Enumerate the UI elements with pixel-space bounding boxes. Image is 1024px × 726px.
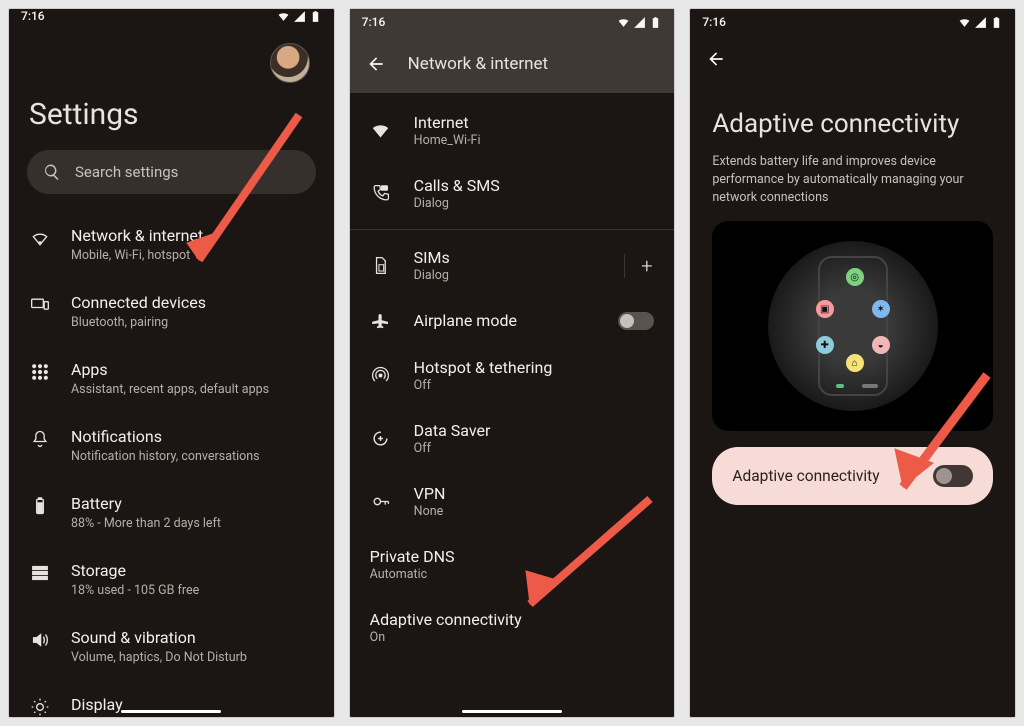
network-list: InternetHome_Wi-Fi Calls & SMSDialog SIM… [350, 93, 675, 659]
page-description: Extends battery life and improves device… [712, 153, 993, 207]
gesture-bar[interactable] [462, 710, 562, 713]
status-bar: 7:16 [9, 9, 334, 23]
status-bar: 7:16 [350, 9, 675, 35]
sim-icon [371, 256, 390, 275]
status-icons [958, 16, 1003, 29]
screen-settings-main: 7:16 Settings Search settings Network & … [8, 8, 335, 718]
wifi-icon [277, 10, 290, 23]
status-icons [617, 16, 662, 29]
page-title: Adaptive connectivity [712, 109, 993, 139]
display-icon [30, 697, 50, 717]
status-time: 7:16 [702, 15, 726, 29]
page-header: Network & internet [350, 35, 675, 93]
item-network[interactable]: Network & internetMobile, Wi-Fi, hotspot [27, 212, 316, 279]
screen-adaptive-connectivity: 7:16 Adaptive connectivity Extends batte… [689, 8, 1016, 718]
dot-icon: ▣ [816, 300, 834, 318]
adaptive-toggle-card[interactable]: Adaptive connectivity [712, 447, 993, 505]
status-time: 7:16 [362, 15, 386, 29]
dot-icon: ✚ [816, 336, 834, 354]
screen-network-internet: 7:16 Network & internet InternetHome_Wi-… [349, 8, 676, 718]
status-time: 7:16 [21, 9, 45, 23]
signal-icon [293, 10, 306, 23]
item-hotspot[interactable]: Hotspot & tetheringOff [368, 344, 657, 407]
item-data-saver[interactable]: Data SaverOff [368, 407, 657, 470]
pill-indicator [836, 384, 844, 388]
wifi-icon [30, 228, 50, 248]
item-calls-sms[interactable]: Calls & SMSDialog [368, 162, 657, 225]
storage-icon [30, 563, 50, 583]
back-icon[interactable] [706, 49, 726, 69]
add-sim-button[interactable]: + [624, 254, 654, 278]
status-bar: 7:16 [690, 9, 1015, 35]
search-placeholder: Search settings [75, 163, 178, 181]
item-connected-devices[interactable]: Connected devicesBluetooth, pairing [27, 279, 316, 346]
item-battery[interactable]: Battery88% - More than 2 days left [27, 480, 316, 547]
toggle-label: Adaptive connectivity [732, 467, 879, 485]
item-private-dns[interactable]: Private DNSAutomatic [368, 533, 657, 596]
wifi-icon [371, 121, 390, 140]
battery-icon [30, 496, 50, 516]
calls-icon [371, 184, 390, 203]
back-icon[interactable] [366, 54, 386, 74]
search-input[interactable]: Search settings [27, 150, 316, 194]
pill-indicator [862, 384, 878, 388]
header-title: Network & internet [408, 54, 548, 74]
dot-icon: ◎ [846, 268, 864, 286]
data-saver-icon [371, 429, 390, 448]
wifi-icon [617, 16, 630, 29]
signal-icon [974, 16, 987, 29]
dot-icon: ✶ [872, 300, 890, 318]
item-internet[interactable]: InternetHome_Wi-Fi [368, 99, 657, 162]
vpn-icon [371, 492, 390, 511]
settings-list: Network & internetMobile, Wi-Fi, hotspot… [27, 212, 316, 718]
wifi-icon [958, 16, 971, 29]
item-notifications[interactable]: NotificationsNotification history, conve… [27, 413, 316, 480]
profile-avatar[interactable] [270, 43, 310, 83]
airplane-icon [371, 311, 390, 330]
apps-icon [30, 362, 50, 382]
signal-icon [633, 16, 646, 29]
battery-icon [990, 16, 1003, 29]
bell-icon [30, 429, 50, 449]
search-icon [43, 163, 61, 181]
adaptive-toggle[interactable] [933, 465, 973, 487]
separator [350, 229, 675, 230]
dot-icon: ◒ [872, 336, 890, 354]
item-storage[interactable]: Storage18% used - 105 GB free [27, 547, 316, 614]
item-apps[interactable]: AppsAssistant, recent apps, default apps [27, 346, 316, 413]
item-vpn[interactable]: VPNNone [368, 470, 657, 533]
airplane-toggle[interactable] [618, 312, 654, 330]
item-adaptive-connectivity[interactable]: Adaptive connectivityOn [368, 596, 657, 659]
devices-icon [30, 295, 50, 315]
sound-icon [30, 630, 50, 650]
gesture-bar[interactable] [121, 710, 221, 713]
feature-illustration: ◎ ▣ ✶ ✚ ◒ ⌂ [712, 221, 993, 431]
item-airplane-mode[interactable]: Airplane mode [368, 297, 657, 344]
item-sims[interactable]: SIMsDialog + [368, 234, 657, 297]
page-title: Settings [27, 89, 316, 150]
hotspot-icon [371, 366, 390, 385]
battery-icon [309, 10, 322, 23]
dot-icon: ⌂ [846, 354, 864, 372]
status-icons [277, 10, 322, 23]
item-sound[interactable]: Sound & vibrationVolume, haptics, Do Not… [27, 614, 316, 681]
battery-icon [649, 16, 662, 29]
